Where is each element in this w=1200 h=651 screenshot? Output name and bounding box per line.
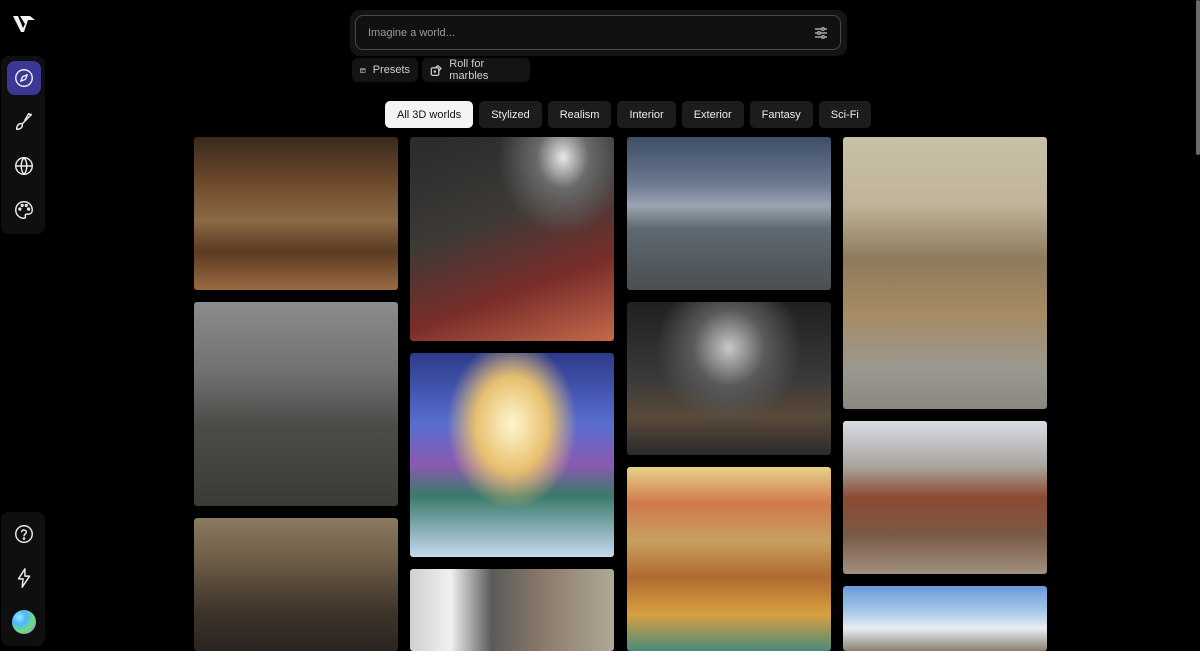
world-card-industrial-loft[interactable] <box>410 569 614 651</box>
world-card-ruined-city[interactable] <box>194 302 398 506</box>
search-box <box>355 15 841 50</box>
user-avatar[interactable] <box>7 605 41 639</box>
settings-sliders-icon[interactable] <box>814 26 828 40</box>
avatar <box>12 610 36 634</box>
tab-fantasy[interactable]: Fantasy <box>749 101 813 128</box>
tab-interior[interactable]: Interior <box>617 101 676 128</box>
roll-for-marbles-button[interactable]: Roll for marbles <box>422 58 530 82</box>
world-card-arcade-room[interactable] <box>410 137 614 341</box>
world-card-sci-fi-corridor[interactable] <box>627 302 831 455</box>
world-card-storage-office[interactable] <box>843 137 1047 409</box>
presets-button[interactable]: Presets <box>352 58 418 82</box>
lightning-icon[interactable] <box>7 561 41 595</box>
logo-icon[interactable] <box>8 8 40 40</box>
world-card-gothic-cathedral[interactable] <box>194 518 398 651</box>
globe-icon[interactable] <box>7 149 41 183</box>
sidebar-nav-top <box>1 56 45 234</box>
roll-for-marbles-label: Roll for marbles <box>449 58 489 82</box>
tab-all-3d-worlds[interactable]: All 3D worlds <box>385 101 474 128</box>
help-icon[interactable] <box>7 517 41 551</box>
presets-icon <box>360 67 366 73</box>
category-tabs: All 3D worlds Stylized Realism Interior … <box>385 101 871 128</box>
tab-realism[interactable]: Realism <box>547 101 612 128</box>
tab-stylized[interactable]: Stylized <box>479 101 542 128</box>
explore-compass-icon[interactable] <box>7 61 41 95</box>
brush-icon[interactable] <box>7 105 41 139</box>
tab-exterior[interactable]: Exterior <box>681 101 744 128</box>
left-sidebar <box>0 0 46 651</box>
palette-icon[interactable] <box>7 193 41 227</box>
world-card-snowy-mountains[interactable] <box>843 586 1047 651</box>
world-card-retro-cabin[interactable] <box>627 467 831 651</box>
world-card-cozy-shop[interactable] <box>194 137 398 290</box>
world-card-fantasy-archway[interactable] <box>410 353 614 557</box>
tab-sci-fi[interactable]: Sci-Fi <box>818 101 871 128</box>
world-card-courtyard[interactable] <box>627 137 831 290</box>
sidebar-nav-bottom <box>1 512 45 646</box>
dice-icon <box>430 64 442 76</box>
world-card-train-station[interactable] <box>843 421 1047 574</box>
scrollbar[interactable] <box>1196 0 1200 155</box>
search-input[interactable] <box>356 25 814 40</box>
presets-label: Presets <box>372 64 410 76</box>
